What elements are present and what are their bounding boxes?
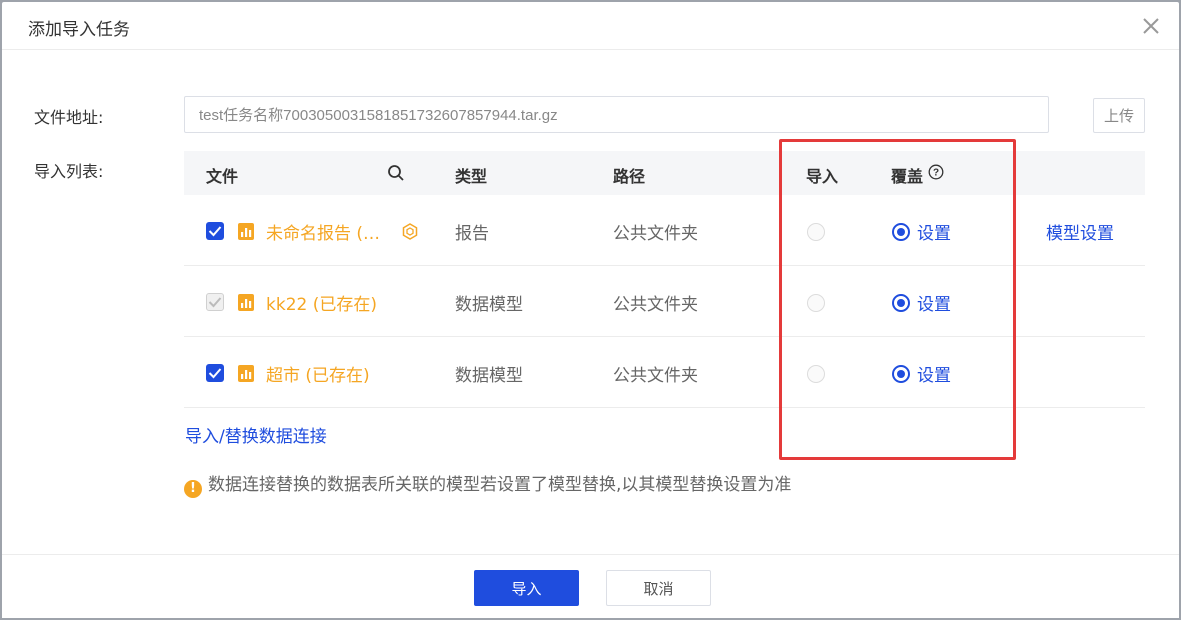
import-radio[interactable] (807, 365, 825, 383)
overwrite-radio[interactable] (892, 223, 910, 241)
address-label: 文件地址: (34, 108, 104, 127)
import-confirm-button[interactable]: 导入 (474, 570, 579, 606)
row-checkbox[interactable] (206, 222, 224, 240)
table-row: 超市 (已存在) 数据模型 公共文件夹 设置 (184, 337, 1145, 408)
warning-text: 数据连接替换的数据表所关联的模型若设置了模型替换,以其模型替换设置为准 (208, 475, 792, 495)
file-type: 数据模型 (455, 366, 523, 386)
overwrite-label[interactable]: 设置 (917, 290, 951, 315)
report-file-icon (238, 294, 254, 311)
model-settings-link[interactable]: 模型设置 (1046, 219, 1114, 244)
table-row: kk22 (已存在) 数据模型 公共文件夹 设置 (184, 266, 1145, 337)
search-icon[interactable] (387, 164, 405, 186)
file-address-input[interactable] (184, 96, 1049, 133)
dialog-footer: 导入 取消 (2, 554, 1179, 618)
file-path: 公共文件夹 (613, 224, 698, 244)
help-icon[interactable]: ? (928, 164, 944, 184)
table-header: 文件 类型 路径 导入 覆盖 ? (184, 151, 1145, 195)
header-file: 文件 (206, 167, 239, 186)
file-name[interactable]: kk22 (已存在) (266, 290, 377, 315)
import-list-label: 导入列表: (34, 162, 104, 181)
file-name[interactable]: 未命名报告 (… (266, 219, 380, 244)
import-radio[interactable] (807, 223, 825, 241)
file-type: 报告 (455, 224, 489, 244)
import-radio[interactable] (807, 294, 825, 312)
overwrite-label[interactable]: 设置 (917, 361, 951, 386)
overwrite-radio[interactable] (892, 294, 910, 312)
row-checkbox (206, 293, 224, 311)
file-path: 公共文件夹 (613, 366, 698, 386)
report-file-icon (238, 223, 254, 240)
file-path: 公共文件夹 (613, 295, 698, 315)
file-type: 数据模型 (455, 295, 523, 315)
import-task-dialog: 添加导入任务 文件地址: 上传 导入列表: 文件 类型 路径 导入 覆盖 ? (2, 2, 1179, 618)
svg-text:?: ? (933, 168, 939, 179)
warning-icon: ! (184, 480, 202, 498)
report-file-icon (238, 365, 254, 382)
header-type: 类型 (455, 167, 488, 186)
warning-tip: ! 数据连接替换的数据表所关联的模型若设置了模型替换,以其模型替换设置为准 (184, 470, 791, 498)
replace-connection-link[interactable]: 导入/替换数据连接 (185, 422, 327, 447)
row-checkbox[interactable] (206, 364, 224, 382)
import-list-table: 文件 类型 路径 导入 覆盖 ? 未命名报告 (… 报告 公共文件夹 设置 模型… (184, 151, 1145, 408)
table-row: 未命名报告 (… 报告 公共文件夹 设置 模型设置 (184, 195, 1145, 266)
upload-button[interactable]: 上传 (1093, 98, 1145, 133)
header-import: 导入 (806, 167, 839, 186)
header-overwrite: 覆盖 (891, 167, 924, 186)
overwrite-label[interactable]: 设置 (917, 219, 951, 244)
file-name[interactable]: 超市 (已存在) (266, 361, 370, 386)
model-hexagon-icon (402, 223, 418, 245)
close-icon[interactable] (1139, 14, 1163, 38)
dialog-title: 添加导入任务 (28, 20, 130, 40)
overwrite-radio[interactable] (892, 365, 910, 383)
dialog-header: 添加导入任务 (2, 2, 1179, 50)
cancel-button[interactable]: 取消 (606, 570, 711, 606)
header-path: 路径 (613, 167, 646, 186)
